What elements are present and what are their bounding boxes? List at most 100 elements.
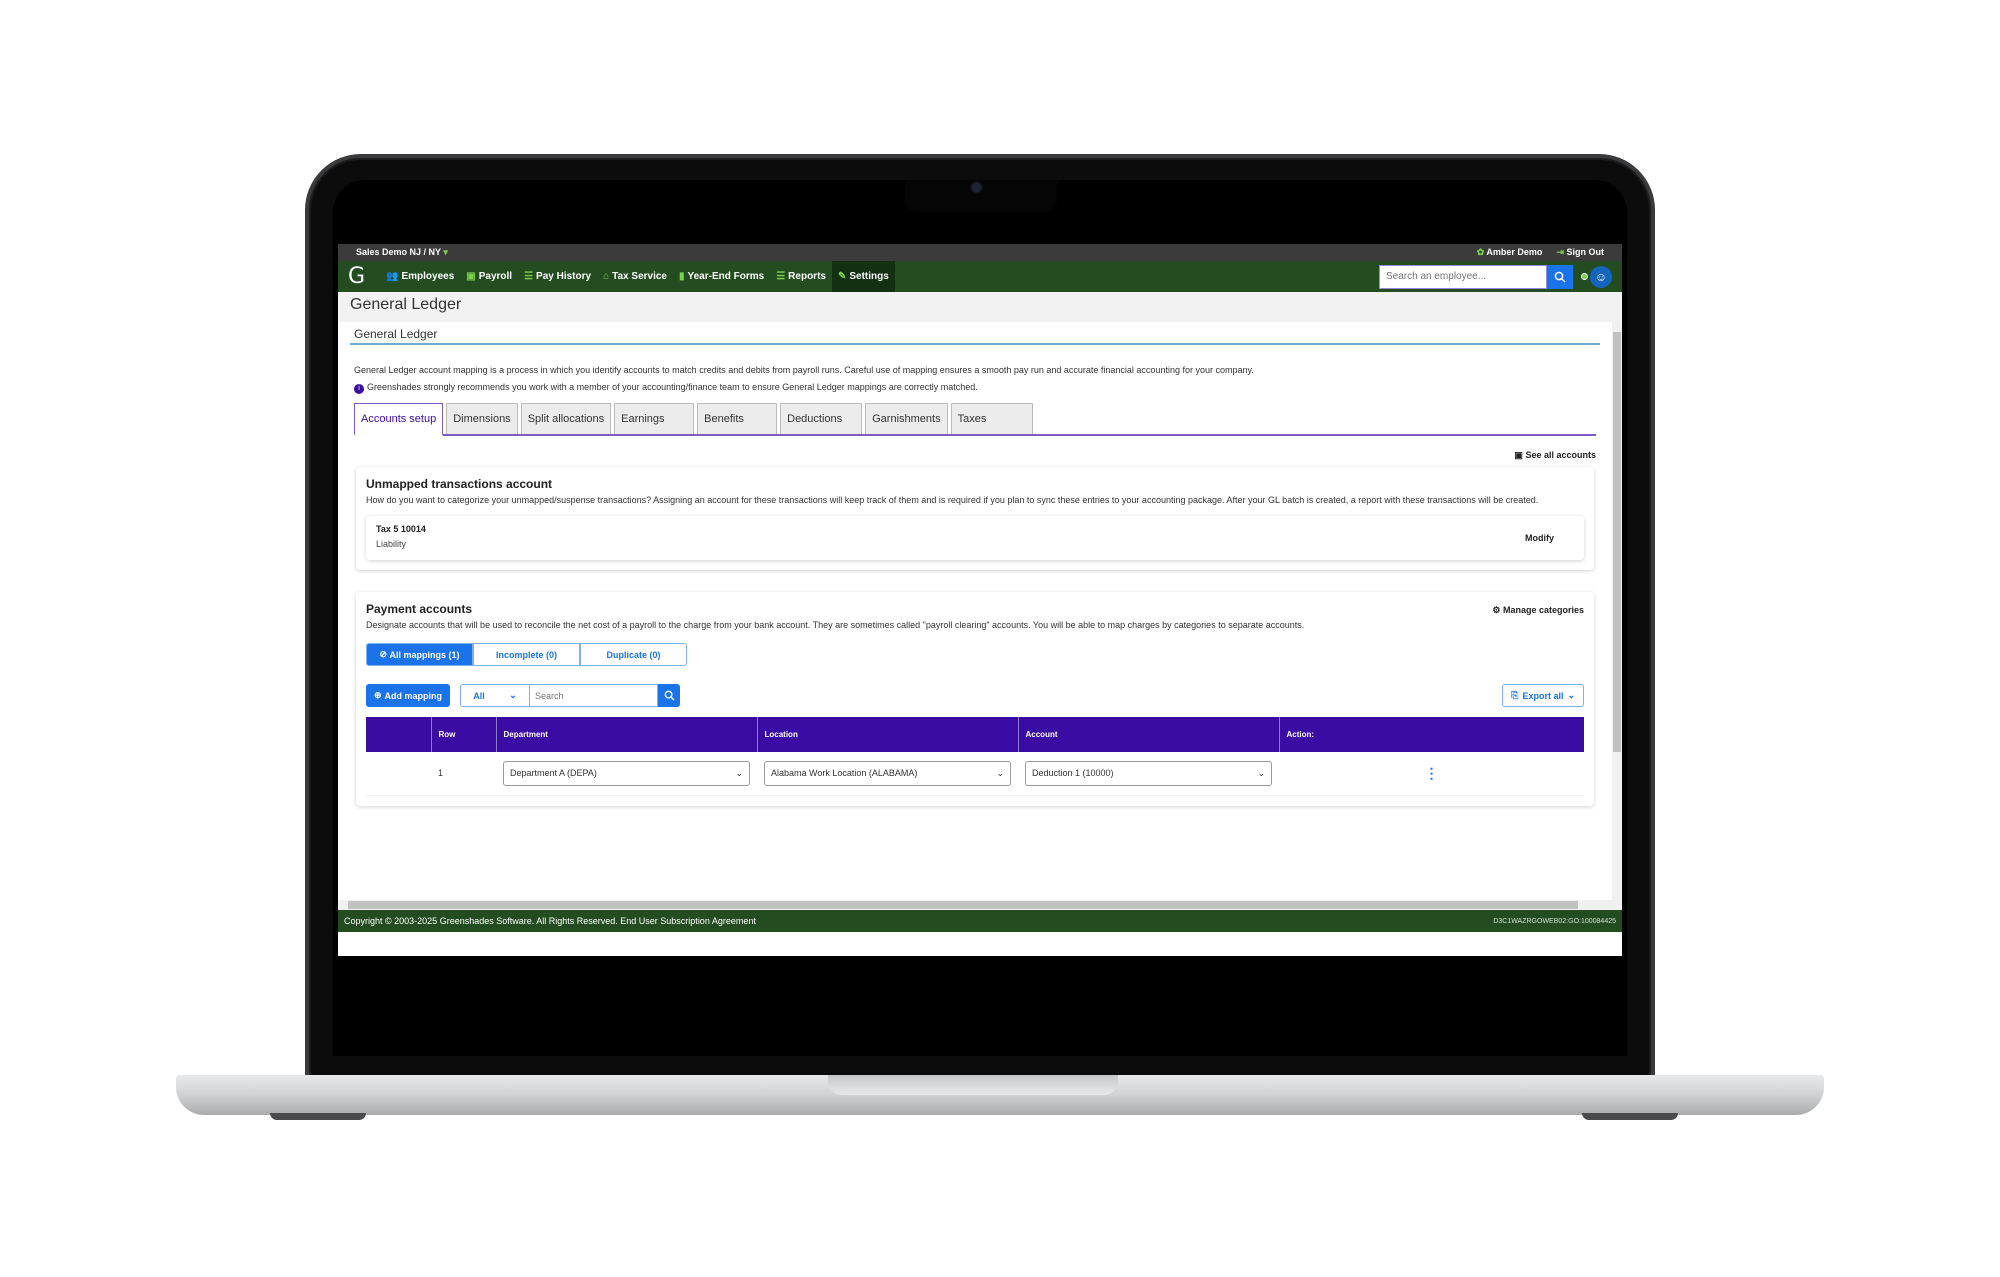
table-row: 1 Department A (DEPA) ⌄ Alabama Work Loca… [366, 752, 1584, 796]
nav-pay-history[interactable]: ☰ Pay History [518, 261, 597, 292]
modify-button[interactable]: Modify [1525, 533, 1554, 543]
tab-split-allocations[interactable]: Split allocations [520, 403, 612, 434]
tab-bar: Accounts setup Dimensions Split allocati… [354, 403, 1596, 436]
nav-reports[interactable]: ☰ Reports [770, 261, 832, 292]
tab-garnishments[interactable]: Garnishments [865, 403, 948, 434]
user-menu[interactable]: ✿ Amber Demo [1477, 247, 1543, 258]
export-all-button[interactable]: ⎘ Export all ⌄ [1502, 684, 1584, 707]
col-row[interactable]: Row [430, 717, 496, 752]
tab-taxes[interactable]: Taxes [950, 403, 1033, 434]
sign-out-link[interactable]: ⇥ Sign Out [1556, 247, 1604, 258]
scrollbar-thumb[interactable] [348, 901, 1578, 909]
greenshades-logo[interactable]: G [348, 264, 374, 289]
nav-year-end-forms[interactable]: ▮ Year-End Forms [673, 261, 770, 292]
plus-circle-icon: ⊕ [374, 690, 382, 700]
search-icon [1554, 271, 1566, 283]
employee-search-button[interactable] [1547, 264, 1573, 289]
intro-text: General Ledger account mapping is a proc… [350, 345, 1600, 394]
table-header-row: Row Department Location Account Action: [366, 717, 1584, 752]
unmapped-description: How do you want to categorize your unmap… [366, 495, 1539, 505]
laptop-foot [270, 1113, 366, 1120]
status-dot [1581, 273, 1588, 280]
col-select [366, 717, 431, 752]
nav-employees[interactable]: 👥 Employees [380, 261, 460, 292]
department-select[interactable]: Department A (DEPA) ⌄ [503, 760, 750, 786]
wrench-icon: ✎ [837, 271, 847, 282]
tab-benefits[interactable]: Benefits [697, 403, 778, 434]
see-all-accounts-link[interactable]: ▣ See all accounts [350, 436, 1600, 467]
gear-icon: ⚙ [1492, 604, 1501, 615]
manage-categories-link[interactable]: ⚙ Manage categories [1492, 605, 1584, 616]
mapping-search-button[interactable] [658, 684, 681, 707]
account-select[interactable]: Deduction 1 (10000) ⌄ [1025, 760, 1272, 786]
check-circle-icon: ⊘ [379, 649, 390, 659]
cell-account: Deduction 1 (10000) ⌄ [1018, 752, 1279, 796]
intro-paragraph: General Ledger account mapping is a proc… [354, 365, 1254, 375]
tab-accounts-setup[interactable]: Accounts setup [354, 403, 444, 436]
money-icon: ▣ [466, 271, 476, 282]
account-name: Tax 5 10014 [376, 524, 426, 534]
nav-label: Year-End Forms [687, 271, 765, 282]
horizontal-scrollbar[interactable] [338, 900, 1622, 910]
segment-all-mappings[interactable]: ⊘ All mappings (1) [366, 643, 473, 666]
scrollbar-thumb[interactable] [1613, 332, 1621, 752]
user-name: Amber Demo [1486, 247, 1543, 257]
sign-out-icon: ⇥ [1556, 247, 1564, 257]
mapping-search-input[interactable] [530, 684, 659, 707]
camera-notch [905, 180, 1057, 212]
more-actions-icon[interactable]: ⋮ [1286, 765, 1577, 782]
search-icon [664, 690, 675, 701]
export-label: Export all [1522, 690, 1564, 701]
bank-icon: ⌂ [603, 271, 610, 282]
account-type: Liability [376, 539, 407, 549]
filter-dropdown[interactable]: All ⌄ [460, 684, 531, 707]
chat-widget[interactable]: ☺ [1581, 265, 1612, 288]
chat-icon: ☺ [1590, 265, 1612, 288]
payment-title: Payment accounts [366, 602, 473, 616]
nav-label: Reports [788, 271, 826, 282]
top-bar: Sales Demo NJ / NY ▾ ✿ Amber Demo ⇥ Sign… [338, 244, 1622, 261]
segment-duplicate[interactable]: Duplicate (0) [580, 643, 687, 666]
account-info: Tax 5 10014 Liability [376, 524, 426, 552]
col-department[interactable]: Department [495, 717, 757, 752]
app-screen: Sales Demo NJ / NY ▾ ✿ Amber Demo ⇥ Sign… [338, 244, 1622, 956]
info-icon: i [354, 384, 364, 394]
caret-down-icon: ▾ [443, 247, 448, 257]
server-code: D3C1WAZRGOWEB02:GO:100084425 [1493, 917, 1616, 925]
col-account[interactable]: Account [1017, 717, 1279, 752]
notice: i Greenshades strongly recommends you wor… [354, 381, 1596, 394]
laptop-mockup: Sales Demo NJ / NY ▾ ✿ Amber Demo ⇥ Sign… [0, 0, 2000, 1277]
nav-settings[interactable]: ✎ Settings [831, 261, 895, 292]
laptop-foot [1582, 1113, 1678, 1120]
chevron-down-icon: ⌄ [509, 690, 517, 700]
copyright-text[interactable]: Copyright © 2003-2025 Greenshades Softwa… [344, 916, 756, 926]
page-title: General Ledger [338, 292, 1622, 322]
chevron-down-icon: ⌄ [1257, 767, 1265, 778]
search-filter: All ⌄ [460, 684, 681, 707]
nav-tax-service[interactable]: ⌂ Tax Service [597, 261, 673, 292]
main-nav: G 👥 Employees ▣ Payroll ☰ Pay History ⌂ Tax … [338, 261, 1622, 292]
list-icon: ☰ [524, 271, 534, 282]
segment-incomplete[interactable]: Incomplete (0) [473, 643, 580, 666]
location-select[interactable]: Alabama Work Location (ALABAMA) ⌄ [764, 760, 1011, 786]
sign-out-label: Sign Out [1566, 247, 1605, 257]
account-value: Deduction 1 (10000) [1032, 768, 1114, 779]
camera-icon [972, 183, 981, 192]
nav-payroll[interactable]: ▣ Payroll [460, 261, 518, 292]
employee-search-input[interactable] [1379, 264, 1547, 289]
document-icon: ▮ [678, 271, 685, 282]
unmapped-transactions-card: Unmapped transactions account How do you… [356, 467, 1594, 570]
tab-earnings[interactable]: Earnings [614, 403, 695, 434]
cell-action: ⋮ [1279, 752, 1584, 796]
vertical-scrollbar[interactable] [1612, 322, 1622, 902]
tab-dimensions[interactable]: Dimensions [446, 403, 518, 434]
cell-department: Department A (DEPA) ⌄ [496, 752, 757, 796]
tab-deductions[interactable]: Deductions [780, 403, 863, 434]
payment-header: Payment accounts ⚙ Manage categories [366, 602, 1584, 618]
gear-icon: ✿ [1476, 247, 1485, 257]
col-location[interactable]: Location [756, 717, 1018, 752]
nav-label: Settings [849, 271, 889, 282]
add-mapping-button[interactable]: ⊕ Add mapping [366, 684, 451, 707]
notice-text: Greenshades strongly recommends you work… [367, 382, 978, 392]
company-selector[interactable]: Sales Demo NJ / NY ▾ [356, 247, 448, 258]
